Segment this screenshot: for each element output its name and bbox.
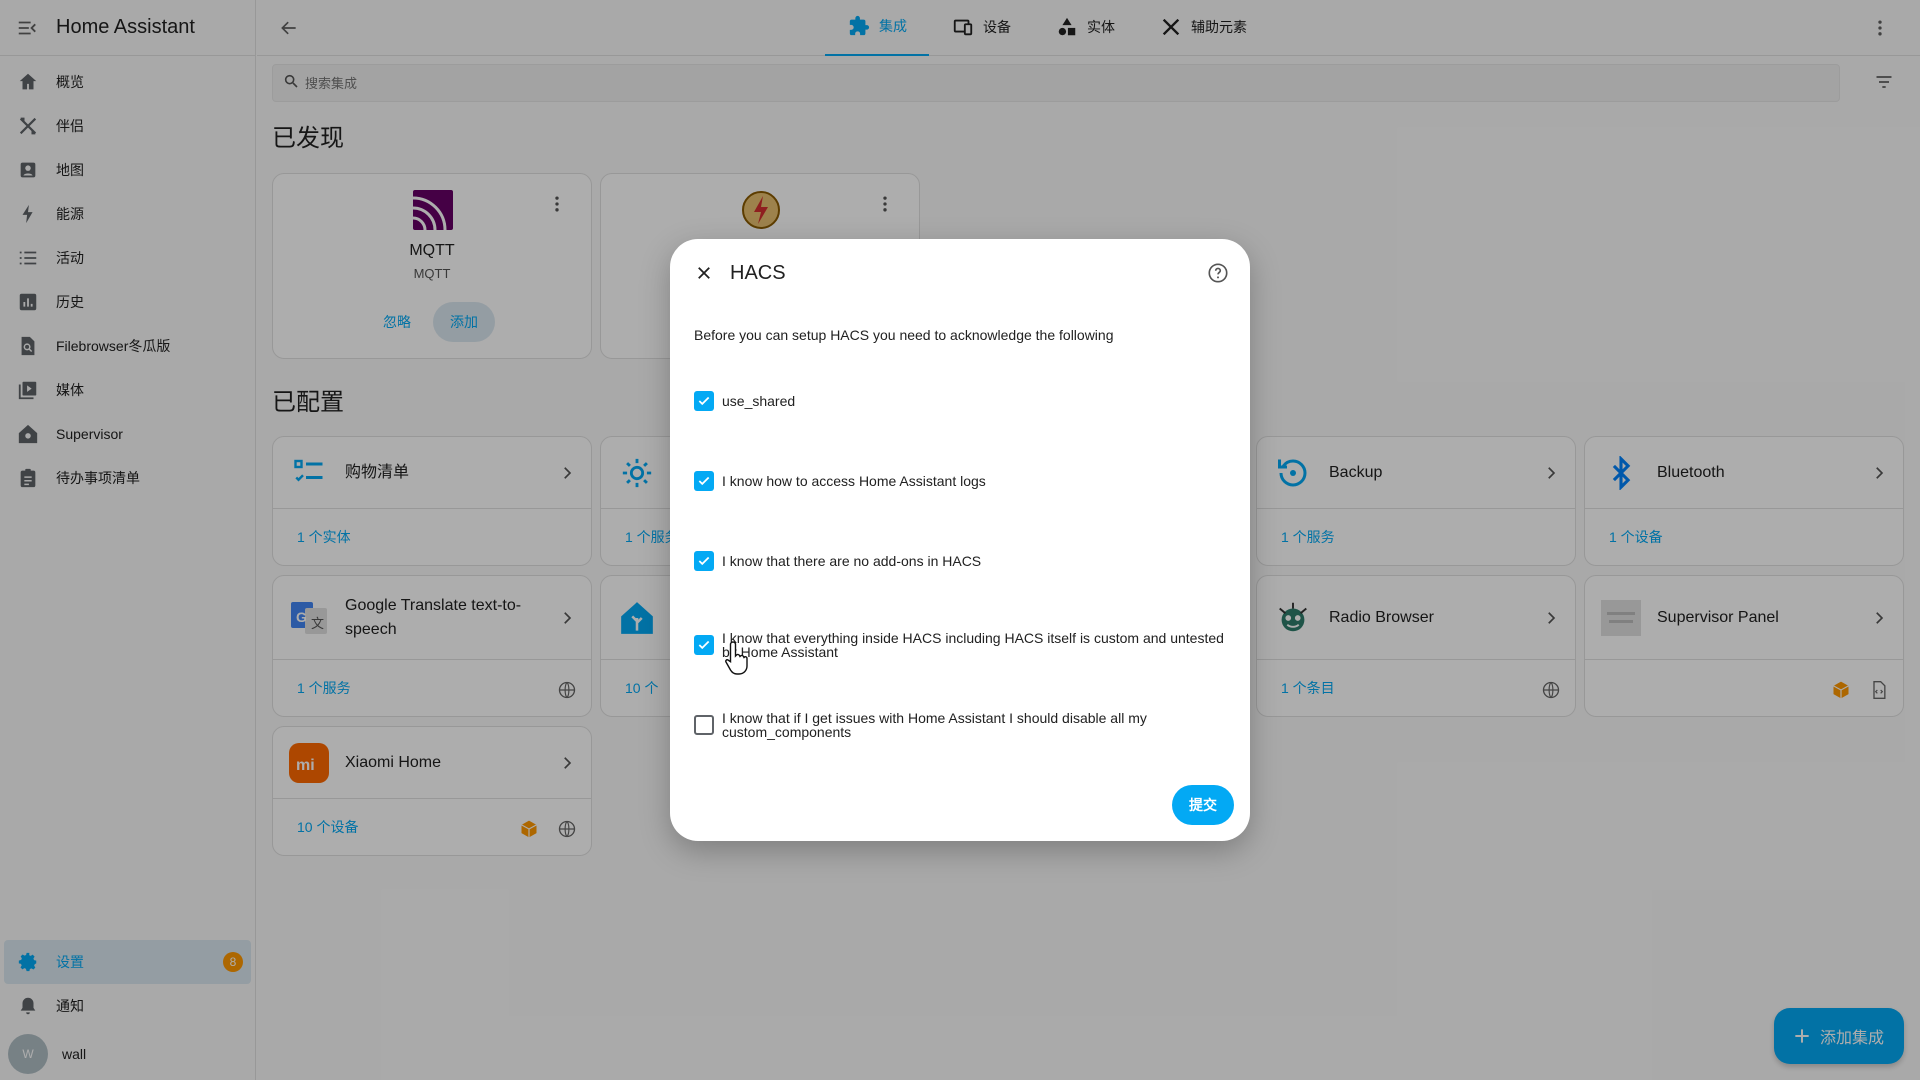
close-icon[interactable] xyxy=(692,261,716,285)
help-icon[interactable] xyxy=(1206,261,1230,285)
acknowledge-row: I know that everything inside HACS inclu… xyxy=(694,631,1224,659)
checkbox-label: I know that there are no add-ons in HACS xyxy=(722,553,982,569)
checkbox-label: I know how to access Home Assistant logs xyxy=(722,473,986,489)
hacs-dialog: HACS Before you can setup HACS you need … xyxy=(670,239,1250,841)
acknowledge-row: I know that there are no add-ons in HACS xyxy=(694,551,1224,571)
acknowledge-checkbox[interactable] xyxy=(694,551,714,571)
dialog-description: Before you can setup HACS you need to ac… xyxy=(694,327,1114,343)
acknowledge-checkbox[interactable] xyxy=(694,391,714,411)
acknowledge-row: I know how to access Home Assistant logs xyxy=(694,471,1224,491)
checkbox-label: use_shared xyxy=(722,393,796,409)
checkbox-label: I know that if I get issues with Home As… xyxy=(722,710,1147,740)
checkbox-label: I know that everything inside HACS inclu… xyxy=(722,630,1224,660)
submit-button[interactable]: 提交 xyxy=(1172,785,1234,825)
acknowledge-checkbox[interactable] xyxy=(694,715,714,735)
hand-cursor-icon xyxy=(725,641,748,675)
acknowledge-row: I know that if I get issues with Home As… xyxy=(694,711,1224,739)
acknowledge-checkbox[interactable] xyxy=(694,635,714,655)
dialog-title: HACS xyxy=(730,262,786,284)
acknowledge-row: use_shared xyxy=(694,391,1224,411)
acknowledge-checkbox[interactable] xyxy=(694,471,714,491)
